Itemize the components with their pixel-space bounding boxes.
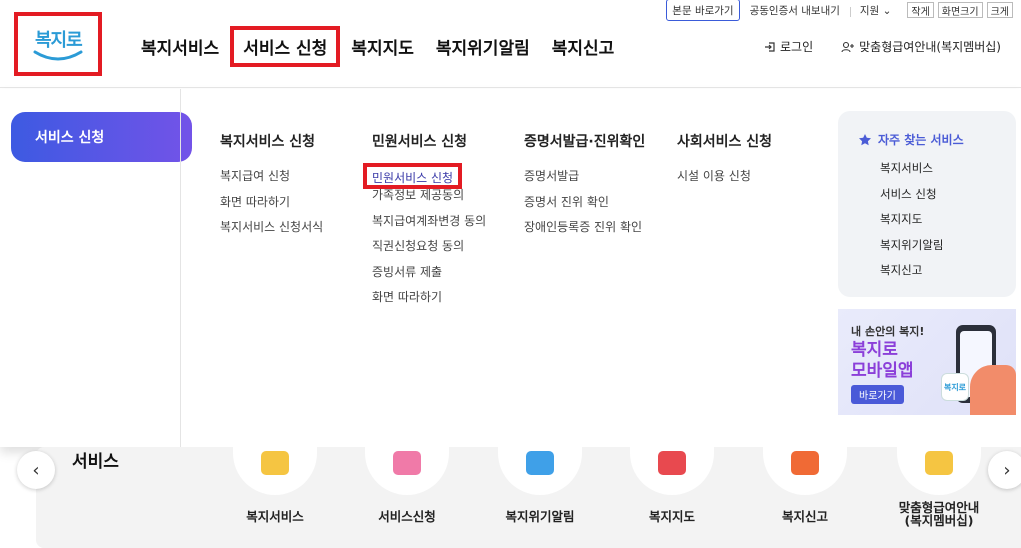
favorites-title: 자주 찾는 서비스 <box>858 131 1016 148</box>
skip-to-content-link[interactable]: 본문 바로가기 <box>666 0 740 21</box>
star-icon <box>859 133 871 145</box>
chevron-left-icon: ‹ <box>32 459 40 481</box>
service-label: 복지서비스 <box>246 509 304 524</box>
menu-item[interactable]: 증빙서류 제출 <box>372 263 486 289</box>
service-icon-circle <box>365 447 449 495</box>
menu-item[interactable]: 화면 따라하기 <box>220 193 323 219</box>
favorite-item[interactable]: 복지서비스 <box>858 160 1016 186</box>
menu-column-social-service: 사회서비스 신청 시설 이용 신청 <box>677 131 772 193</box>
menu-item[interactable]: 복지서비스 신청서식 <box>220 218 323 244</box>
global-nav: 복지서비스 서비스 신청 복지지도 복지위기알림 복지신고 <box>130 26 625 67</box>
cert-export-link[interactable]: 공동인증서 내보내기 <box>740 3 850 18</box>
service-icon-circle <box>763 447 847 495</box>
logo-text: 복지로 <box>35 30 83 51</box>
prev-arrow-button[interactable]: ‹ <box>17 451 55 489</box>
menu-item[interactable]: 복지급여계좌변경 동의 <box>372 212 486 238</box>
mobile-app-banner[interactable]: 내 손안의 복지! 복지로 모바일앱 바로가기 복지로 <box>838 309 1016 415</box>
bokjiro-logo[interactable]: 복지로 <box>29 22 87 66</box>
membership-link[interactable]: 맞춤형급여안내(복지멤버십) <box>841 38 1001 55</box>
siren-icon <box>791 451 819 475</box>
service-card-welfare[interactable]: 복지서비스 <box>223 447 327 523</box>
service-icon-circle <box>897 447 981 495</box>
hand-click-icon <box>393 451 421 475</box>
menu-item[interactable]: 장애인등록증 진위 확인 <box>524 218 645 244</box>
service-card-crisis[interactable]: 복지위기알림 <box>488 447 592 523</box>
favorites-panel: 자주 찾는 서비스 복지서비스 서비스 신청 복지지도 복지위기알림 복지신고 <box>838 111 1016 297</box>
service-label: 복지위기알림 <box>505 509 575 524</box>
membership-label: 맞춤형급여안내(복지멤버십) <box>859 40 1001 54</box>
logo-highlight[interactable]: 복지로 <box>14 12 102 76</box>
smile-icon <box>33 50 83 61</box>
mega-menu: 서비스 신청 복지서비스 신청 복지급여 신청 화면 따라하기 복지서비스 신청… <box>0 89 1021 447</box>
service-label: 맞춤형급여안내 (복지멤버십) <box>898 500 980 528</box>
hand-illustration <box>970 365 1016 415</box>
service-card-map[interactable]: 복지지도 <box>620 447 724 523</box>
service-label: 복지신고 <box>781 509 828 524</box>
gnb-crisis-alert[interactable]: 복지위기알림 <box>425 28 541 65</box>
gnb-welfare-map[interactable]: 복지지도 <box>340 28 425 65</box>
font-small-button[interactable]: 작게 <box>907 2 934 18</box>
login-label: 로그인 <box>780 40 814 54</box>
menu-item[interactable]: 증명서발급 <box>524 167 645 193</box>
banner-tagline: 내 손안의 복지! <box>851 325 925 338</box>
chevron-down-icon: ⌄ <box>882 4 892 17</box>
service-icon-circle <box>233 447 317 495</box>
login-icon <box>765 41 775 52</box>
service-card-apply[interactable]: 서비스신청 <box>355 447 459 523</box>
support-dropdown[interactable]: 지원 ⌄ <box>849 3 901 18</box>
app-icon: 복지로 <box>941 373 969 401</box>
next-arrow-button[interactable]: › <box>988 451 1021 489</box>
service-icon-circle <box>630 447 714 495</box>
favorite-item[interactable]: 서비스 신청 <box>858 186 1016 212</box>
id-card-icon <box>925 451 953 475</box>
support-label: 지원 <box>859 4 880 17</box>
banner-go-button[interactable]: 바로가기 <box>851 385 904 404</box>
gnb-service-apply[interactable]: 서비스 신청 <box>230 26 341 67</box>
menu-column-welfare-apply: 복지서비스 신청 복지급여 신청 화면 따라하기 복지서비스 신청서식 <box>220 131 323 244</box>
menu-item[interactable]: 복지급여 신청 <box>220 167 323 193</box>
menu-column-title[interactable]: 증명서발급·진위확인 <box>524 131 645 151</box>
service-card-report[interactable]: 복지신고 <box>753 447 857 523</box>
favorite-item[interactable]: 복지위기알림 <box>858 237 1016 263</box>
banner-title: 복지로 모바일앱 <box>851 340 914 382</box>
user-plus-icon <box>841 41 855 52</box>
menu-item[interactable]: 화면 따라하기 <box>372 288 486 314</box>
divider <box>180 89 181 447</box>
service-card-membership[interactable]: 맞춤형급여안내 (복지멤버십) <box>887 447 991 527</box>
gnb-welfare-report[interactable]: 복지신고 <box>541 28 626 65</box>
utility-bar: 본문 바로가기 공동인증서 내보내기 지원 ⌄ 작게 화면크기 크게 <box>666 0 1013 21</box>
person-icon <box>261 451 289 475</box>
login-link[interactable]: 로그인 <box>764 38 813 55</box>
building-icon <box>658 451 686 475</box>
banner-title-line2: 모바일앱 <box>851 361 914 381</box>
font-normal-button[interactable]: 화면크기 <box>937 2 983 18</box>
favorites-title-label: 자주 찾는 서비스 <box>878 133 964 147</box>
side-tab-service-apply[interactable]: 서비스 신청 <box>11 112 192 162</box>
menu-item[interactable]: 시설 이용 신청 <box>677 167 772 193</box>
favorite-item[interactable]: 복지지도 <box>858 211 1016 237</box>
menu-column-title[interactable]: 복지서비스 신청 <box>220 131 323 151</box>
menu-column-title[interactable]: 민원서비스 신청 <box>372 131 486 151</box>
menu-column-civil-apply: 민원서비스 신청 민원서비스 신청 가족정보 제공동의 복지급여계좌변경 동의 … <box>363 131 486 314</box>
menu-column-certificate: 증명서발급·진위확인 증명서발급 증명서 진위 확인 장애인등록증 진위 확인 <box>524 131 645 244</box>
menu-item[interactable]: 가족정보 제공동의 <box>372 186 486 212</box>
font-large-button[interactable]: 크게 <box>986 2 1013 18</box>
header-right: 로그인 맞춤형급여안내(복지멤버십) <box>736 38 1001 55</box>
service-label: 서비스신청 <box>378 509 436 524</box>
menu-column-title[interactable]: 사회서비스 신청 <box>677 131 772 151</box>
menu-item[interactable]: 직권신청요청 동의 <box>372 237 486 263</box>
service-strip-title: 서비스 <box>72 452 119 472</box>
message-icon <box>526 451 554 475</box>
favorite-item[interactable]: 복지신고 <box>858 262 1016 288</box>
gnb-welfare-service[interactable]: 복지서비스 <box>130 28 230 65</box>
menu-item[interactable]: 증명서 진위 확인 <box>524 193 645 219</box>
service-label: 복지지도 <box>648 509 695 524</box>
banner-title-line1: 복지로 <box>851 340 898 360</box>
chevron-right-icon: › <box>1003 459 1011 481</box>
service-icon-circle <box>498 447 582 495</box>
